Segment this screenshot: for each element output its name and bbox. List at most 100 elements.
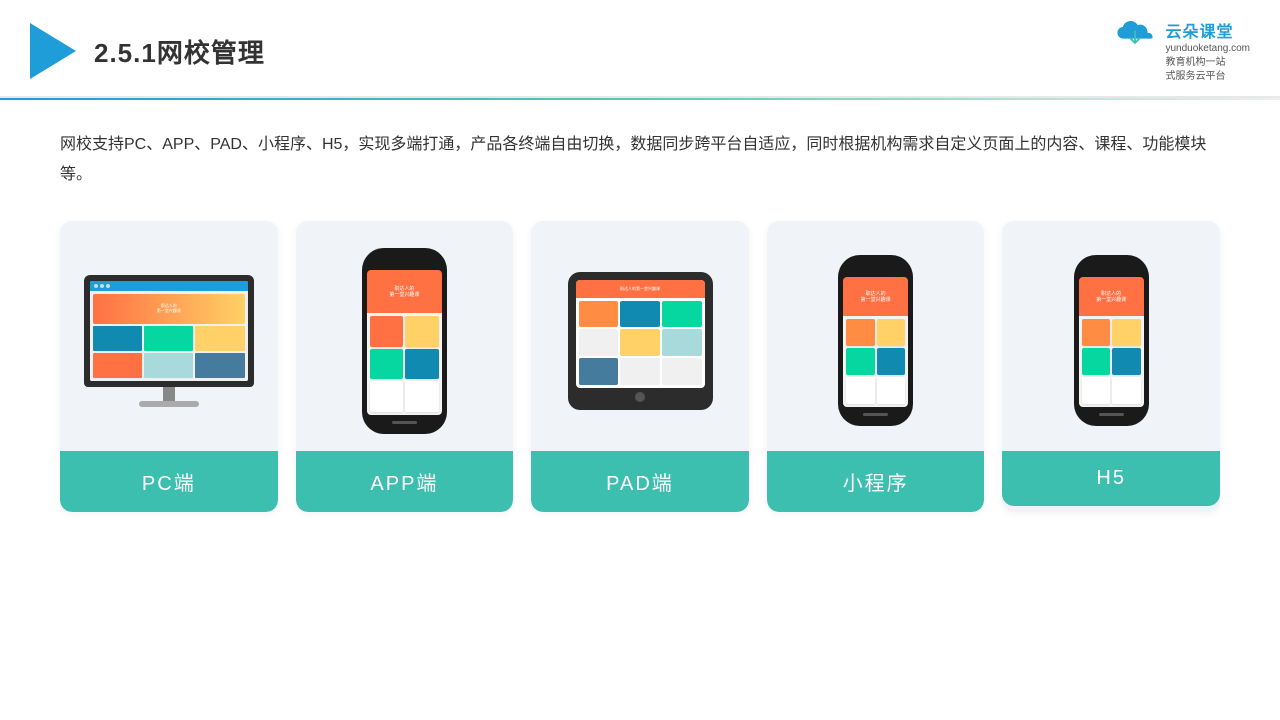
h5-card-1 [1082,319,1111,346]
mp-phone-notch [862,265,890,271]
tablet-banner-text: 职达人的第一堂兴趣课 [580,286,701,292]
tablet-wrapper: 职达人的第一堂兴趣课 [576,280,705,388]
page-title: 2.5.1网校管理 [94,33,265,70]
monitor-base [139,401,199,407]
brand-name: 云朵课堂 [1165,18,1250,42]
tab-card-8 [620,358,660,385]
app-phone: 职达人的第一堂兴趣课 [362,248,447,434]
monitor-neck [163,387,175,401]
tab-card-2 [620,301,660,328]
mp-card-3 [846,348,875,375]
monitor-outer: 职达人的第一堂兴趣课 [84,275,254,387]
monitor-banner: 职达人的第一堂兴趣课 [93,294,245,324]
h5-label: H5 [1002,451,1220,506]
phone-screen: 职达人的第一堂兴趣课 [367,270,442,415]
h5-phone: 职达人的第一堂兴趣课 [1074,255,1149,426]
pad-card: 职达人的第一堂兴趣课 [531,221,749,512]
mp-card-6 [877,377,906,404]
miniprogram-card: 职达人的第一堂兴趣课 [767,221,985,512]
tab-card-5 [620,329,660,356]
phone-screen-mid [367,313,442,415]
pc-image-area: 职达人的第一堂兴趣课 [60,221,278,451]
tablet-content [576,298,705,388]
mp-card-2 [877,319,906,346]
banner-text: 职达人的第一堂兴趣课 [157,304,181,314]
h5-card-5 [1082,377,1111,404]
h5-card-3 [1082,348,1111,375]
grid-item-2 [144,326,193,351]
mp-card-5 [846,377,875,404]
tab-card-4 [579,329,619,356]
tablet-outer: 职达人的第一堂兴趣课 [568,272,713,410]
logo-triangle-icon [30,23,76,79]
h5-card: 职达人的第一堂兴趣课 [1002,221,1220,512]
pc-card: 职达人的第一堂兴趣课 [60,221,278,512]
device-cards-container: 职达人的第一堂兴趣课 [60,221,1220,512]
mp-phone-outer: 职达人的第一堂兴趣课 [838,255,913,426]
mp-card-1 [846,319,875,346]
app-card-2 [405,316,439,347]
h5-screen-mid [1079,316,1144,407]
app-card-6 [405,381,439,412]
tablet-screen: 职达人的第一堂兴趣课 [576,280,705,388]
tablet-home [635,392,645,402]
tab-card-9 [662,358,702,385]
phone-home [392,421,417,424]
main-content: 网校支持PC、APP、PAD、小程序、H5，实现多端打通，产品各终端自由切换，数… [0,100,1280,532]
mp-phone-screen: 职达人的第一堂兴趣课 [843,277,908,407]
dot3 [106,284,110,288]
grid-item-3 [195,326,244,351]
pad-image-area: 职达人的第一堂兴趣课 [531,221,749,451]
header-left: 2.5.1网校管理 [30,23,265,79]
app-card-4 [405,349,439,380]
miniprogram-phone: 职达人的第一堂兴趣课 [838,255,913,426]
grid-item-4 [93,353,142,378]
miniprogram-label: 小程序 [767,451,985,512]
pc-monitor: 职达人的第一堂兴趣课 [84,275,254,407]
app-label: APP端 [296,451,514,512]
mp-screen-top: 职达人的第一堂兴趣课 [843,277,908,316]
h5-screen-top: 职达人的第一堂兴趣课 [1079,277,1144,316]
grid-item-5 [144,353,193,378]
cloud-icon [1113,18,1157,46]
mp-screen-mid [843,316,908,407]
tab-card-1 [579,301,619,328]
brand-domain: yunduoketang.com [1165,42,1250,56]
brand-area: 云朵课堂 yunduoketang.com 教育机构一站 式服务云平台 [1113,18,1250,84]
dot2 [100,284,104,288]
monitor-screen: 职达人的第一堂兴趣课 [90,281,248,381]
phone-outer: 职达人的第一堂兴趣课 [362,248,447,434]
brand-tagline-line2: 式服务云平台 [1165,70,1250,84]
h5-phone-screen: 职达人的第一堂兴趣课 [1079,277,1144,407]
grid-item-1 [93,326,142,351]
description-text: 网校支持PC、APP、PAD、小程序、H5，实现多端打通，产品各终端自由切换，数… [60,130,1220,191]
monitor-grid [93,326,245,378]
brand-text-area: 云朵课堂 yunduoketang.com 教育机构一站 式服务云平台 [1165,18,1250,84]
phone-notch [390,258,418,264]
brand-tagline-line1: 教育机构一站 [1165,56,1250,70]
pad-tablet: 职达人的第一堂兴趣课 [568,272,713,410]
tab-card-3 [662,301,702,328]
mp-card-4 [877,348,906,375]
pc-label: PC端 [60,451,278,512]
header: 2.5.1网校管理 云朵课堂 yunduoketang.com 教育机构一站 式… [0,0,1280,98]
grid-item-6 [195,353,244,378]
h5-card-2 [1112,319,1141,346]
h5-card-4 [1112,348,1141,375]
h5-phone-outer: 职达人的第一堂兴趣课 [1074,255,1149,426]
app-card-3 [370,349,404,380]
phone-screen-top: 职达人的第一堂兴趣课 [367,270,442,314]
monitor-content: 职达人的第一堂兴趣课 [90,291,248,381]
pad-label: PAD端 [531,451,749,512]
h5-image-area: 职达人的第一堂兴趣课 [1002,221,1220,451]
app-card-1 [370,316,404,347]
app-image-area: 职达人的第一堂兴趣课 [296,221,514,451]
dot1 [94,284,98,288]
app-card: 职达人的第一堂兴趣课 [296,221,514,512]
miniprogram-image-area: 职达人的第一堂兴趣课 [767,221,985,451]
app-card-5 [370,381,404,412]
h5-card-6 [1112,377,1141,404]
h5-phone-home [1099,413,1124,416]
monitor-bar [90,281,248,291]
tab-card-6 [662,329,702,356]
